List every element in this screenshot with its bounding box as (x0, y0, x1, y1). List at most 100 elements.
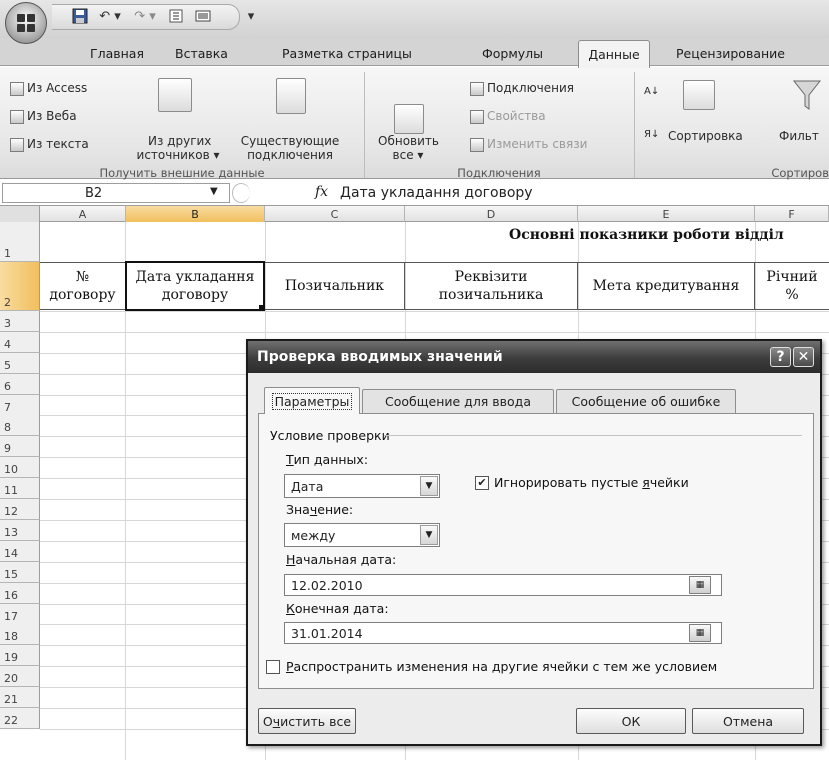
chevron-down-icon: ▼ (420, 525, 438, 545)
sort-icon[interactable] (165, 7, 187, 25)
grid-line (40, 332, 829, 333)
row-header[interactable]: 22 (0, 708, 40, 729)
edit-links-button[interactable]: Изменить связи (470, 137, 587, 152)
row-header[interactable]: 20 (0, 666, 40, 687)
fx-icon[interactable]: fx (315, 184, 328, 200)
clear-all-button[interactable]: Оч истить все (258, 708, 356, 734)
refresh-all-line2[interactable]: все ▾ (378, 148, 438, 162)
column-header-e[interactable]: E (578, 206, 755, 222)
customize-icon[interactable]: ▾ (245, 7, 257, 25)
row-header[interactable]: 13 (0, 520, 40, 541)
ignore-blank-checkbox[interactable]: ✔ (475, 476, 489, 490)
ribbon-separator (634, 72, 635, 178)
row-header[interactable]: 11 (0, 478, 40, 499)
row-header-selected[interactable]: 2 (0, 262, 40, 311)
selected-cell-b2[interactable] (125, 261, 265, 311)
refresh-all-line1[interactable]: Обновить (378, 134, 439, 148)
filter-button[interactable]: Фильт (779, 129, 819, 143)
undo-icon[interactable]: ↶ ▾ (95, 7, 125, 25)
end-date-input[interactable]: 31.01.2014 (284, 622, 722, 644)
existing-connections-line1[interactable]: Существующие (240, 134, 340, 148)
row-header[interactable]: 12 (0, 499, 40, 520)
tab-error-alert[interactable]: Сообщение об ошибке (556, 389, 736, 413)
from-text-button[interactable]: Из текста (10, 137, 89, 152)
column-header-b[interactable]: B (126, 206, 265, 222)
help-button[interactable]: ? (770, 347, 791, 367)
data-type-select[interactable]: Дата ▼ (284, 474, 440, 498)
name-box-dropdown-icon[interactable]: ▼ (210, 186, 218, 197)
row-header[interactable]: 17 (0, 604, 40, 625)
name-box[interactable]: B2 (2, 183, 230, 203)
header-borrower-details[interactable]: Реквізити позичальника (405, 262, 578, 310)
row-header[interactable]: 21 (0, 687, 40, 708)
save-icon[interactable] (70, 7, 90, 25)
ribbon-separator (364, 72, 365, 178)
row-header[interactable]: 15 (0, 562, 40, 583)
tab-data[interactable]: Данные (578, 40, 650, 68)
row-header[interactable]: 18 (0, 624, 40, 645)
chevron-down-icon: ▼ (420, 476, 438, 496)
tab-insert[interactable]: Вставка (175, 46, 228, 68)
row-header[interactable]: 5 (0, 353, 40, 374)
excel-window: ↶ ▾ ↷ ▾ ▾ Главная Вставка Разметка стран… (0, 0, 829, 760)
select-all-button[interactable] (0, 206, 40, 222)
ignore-blank-label[interactable]: Игнорировать пустые ячейки (494, 475, 689, 490)
row-header[interactable]: 7 (0, 395, 40, 416)
row-header[interactable]: 19 (0, 645, 40, 666)
header-contract-number[interactable]: № договору (40, 262, 126, 310)
header-credit-purpose[interactable]: Мета кредитування (578, 262, 755, 310)
tab-review[interactable]: Рецензирование (676, 46, 785, 68)
value-operator-select[interactable]: между ▼ (284, 523, 440, 547)
redo-icon[interactable]: ↷ ▾ (130, 7, 160, 25)
tab-parameters[interactable]: Параметры (264, 387, 360, 414)
header-annual-rate[interactable]: Річний% (755, 262, 829, 310)
row-header[interactable]: 16 (0, 583, 40, 604)
other-sources-line2[interactable]: источников ▾ (124, 148, 232, 162)
column-header-a[interactable]: A (40, 206, 126, 222)
row-header[interactable]: 4 (0, 332, 40, 353)
row-header[interactable]: 1 (0, 222, 40, 262)
tab-page-layout[interactable]: Разметка страницы (282, 46, 412, 68)
group-divider (384, 435, 802, 436)
sort-button[interactable]: Сортировка (668, 129, 743, 143)
sort-dialog-icon (683, 80, 715, 110)
formula-bar-handle[interactable] (232, 183, 250, 203)
row-header[interactable]: 8 (0, 415, 40, 436)
column-header-f[interactable]: F (755, 206, 829, 222)
existing-connections-line2[interactable]: подключения (240, 148, 340, 162)
sort-za-icon[interactable]: Я↓ (644, 129, 659, 140)
propagate-label[interactable]: Распространить изменения на другие ячейк… (286, 659, 717, 674)
tab-input-message[interactable]: Сообщение для ввода (362, 389, 554, 413)
view-icon[interactable] (192, 7, 214, 25)
sheet-title[interactable]: Основні показники роботи відділ (509, 227, 784, 243)
fill-handle[interactable] (259, 305, 265, 311)
collapse-dialog-icon[interactable]: ▦ (689, 624, 711, 642)
column-header-d[interactable]: D (405, 206, 578, 222)
tab-formulas[interactable]: Формулы (482, 46, 543, 68)
cancel-button[interactable]: Отмена (692, 708, 804, 734)
row-header[interactable]: 3 (0, 311, 40, 332)
column-header-c[interactable]: C (265, 206, 405, 222)
tab-home[interactable]: Главная (90, 46, 144, 68)
office-button[interactable] (5, 2, 47, 44)
connections-button[interactable]: Подключения (470, 81, 574, 96)
dialog-title[interactable]: Проверка вводимых значений (248, 341, 820, 373)
from-access-button[interactable]: Из Access (10, 81, 87, 96)
properties-button[interactable]: Свойства (470, 109, 546, 124)
row-header[interactable]: 14 (0, 541, 40, 562)
propagate-checkbox[interactable] (266, 660, 280, 674)
text-file-icon (10, 137, 24, 152)
from-web-button[interactable]: Из Веба (10, 109, 77, 124)
ok-button[interactable]: ОК (576, 708, 686, 734)
formula-content[interactable]: Дата укладання договору (340, 183, 533, 203)
row-header[interactable]: 9 (0, 436, 40, 457)
start-date-input[interactable]: 12.02.2010 (284, 574, 722, 596)
header-borrower[interactable]: Позичальник (265, 262, 405, 310)
row-header[interactable]: 10 (0, 457, 40, 478)
sort-az-icon[interactable]: А↓ (644, 87, 659, 97)
collapse-dialog-icon[interactable]: ▦ (689, 576, 711, 594)
other-sources-line1[interactable]: Из других (148, 134, 211, 148)
properties-icon (470, 109, 484, 124)
row-header[interactable]: 6 (0, 374, 40, 395)
close-button[interactable]: ✕ (793, 347, 814, 367)
